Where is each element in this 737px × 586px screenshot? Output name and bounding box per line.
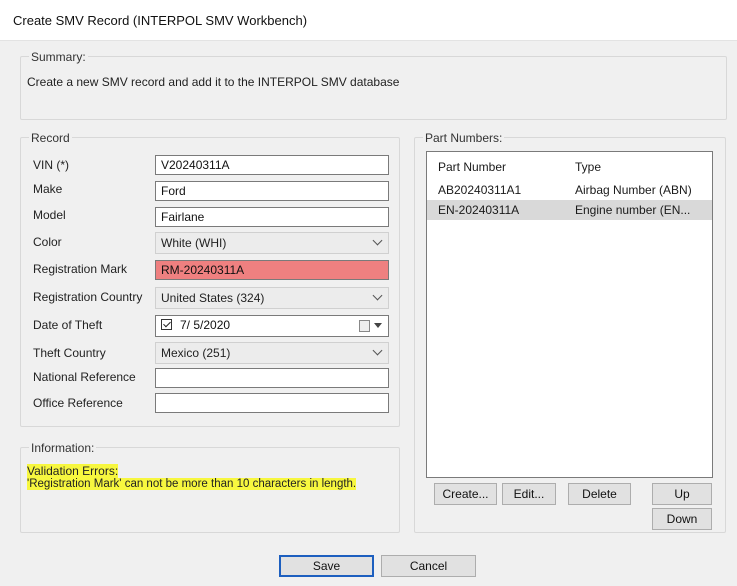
- registration-country-select[interactable]: United States (324): [155, 287, 389, 309]
- list-header: Part Number Type: [427, 157, 712, 177]
- edit-part-button[interactable]: Edit...: [502, 483, 556, 505]
- list-item[interactable]: EN-20240311A Engine number (EN...: [427, 200, 712, 220]
- national-reference-field[interactable]: [155, 368, 389, 388]
- part-number-cell: EN-20240311A: [438, 203, 520, 217]
- delete-part-button[interactable]: Delete: [568, 483, 631, 505]
- column-header-part-number[interactable]: Part Number: [438, 160, 506, 174]
- part-number-cell: AB20240311A1: [438, 183, 522, 197]
- chevron-down-icon: [372, 235, 383, 246]
- date-enabled-checkbox[interactable]: [161, 319, 172, 330]
- summary-group: Summary: Create a new SMV record and add…: [20, 50, 727, 120]
- summary-text: Create a new SMV record and add it to th…: [27, 75, 400, 89]
- validation-error-message: 'Registration Mark' can not be more than…: [27, 478, 357, 490]
- color-select[interactable]: White (WHI): [155, 232, 389, 254]
- type-cell: Engine number (EN...: [575, 203, 691, 217]
- create-part-button[interactable]: Create...: [434, 483, 497, 505]
- vin-label: VIN (*): [33, 158, 69, 172]
- date-of-theft-label: Date of Theft: [33, 318, 103, 332]
- make-label: Make: [33, 182, 63, 196]
- theft-country-value: Mexico (251): [161, 346, 231, 360]
- national-reference-label: National Reference: [33, 370, 136, 384]
- summary-legend: Summary:: [29, 50, 88, 64]
- column-header-type[interactable]: Type: [575, 160, 601, 174]
- window-title: Create SMV Record (INTERPOL SMV Workbenc…: [13, 13, 308, 28]
- move-down-button[interactable]: Down: [652, 508, 712, 530]
- part-numbers-legend: Part Numbers:: [423, 131, 505, 145]
- list-item[interactable]: AB20240311A1 Airbag Number (ABN): [427, 180, 712, 200]
- make-field[interactable]: Ford: [155, 181, 389, 201]
- information-group: Information:: [20, 441, 400, 533]
- regmark-label: Registration Mark: [33, 262, 128, 276]
- color-select-value: White (WHI): [161, 236, 227, 250]
- chevron-down-icon: [372, 345, 383, 356]
- type-cell: Airbag Number (ABN): [575, 183, 692, 197]
- office-reference-field[interactable]: [155, 393, 389, 413]
- cancel-button[interactable]: Cancel: [381, 555, 476, 577]
- record-legend: Record: [29, 131, 72, 145]
- regcountry-label: Registration Country: [33, 290, 143, 304]
- registration-country-value: United States (324): [161, 291, 265, 305]
- information-legend: Information:: [29, 441, 97, 455]
- dropdown-arrow-icon[interactable]: [374, 323, 382, 328]
- validation-errors-heading: Validation Errors:: [27, 464, 119, 478]
- theft-country-select[interactable]: Mexico (251): [155, 342, 389, 364]
- theft-country-label: Theft Country: [33, 346, 106, 360]
- date-of-theft-picker[interactable]: 7/ 5/2020: [155, 315, 389, 337]
- move-up-button[interactable]: Up: [652, 483, 712, 505]
- color-label: Color: [33, 235, 62, 249]
- registration-mark-field[interactable]: RM-20240311A: [155, 260, 389, 280]
- dialog-window: Create SMV Record (INTERPOL SMV Workbenc…: [0, 0, 737, 586]
- calendar-icon[interactable]: [359, 320, 370, 332]
- chevron-down-icon: [372, 290, 383, 301]
- model-label: Model: [33, 208, 66, 222]
- date-of-theft-value: 7/ 5/2020: [180, 318, 231, 332]
- title-bar: Create SMV Record (INTERPOL SMV Workbenc…: [0, 0, 737, 41]
- office-reference-label: Office Reference: [33, 396, 123, 410]
- part-numbers-list[interactable]: Part Number Type AB20240311A1 Airbag Num…: [426, 151, 713, 478]
- save-button[interactable]: Save: [279, 555, 374, 577]
- vin-field[interactable]: V20240311A: [155, 155, 389, 175]
- model-field[interactable]: Fairlane: [155, 207, 389, 227]
